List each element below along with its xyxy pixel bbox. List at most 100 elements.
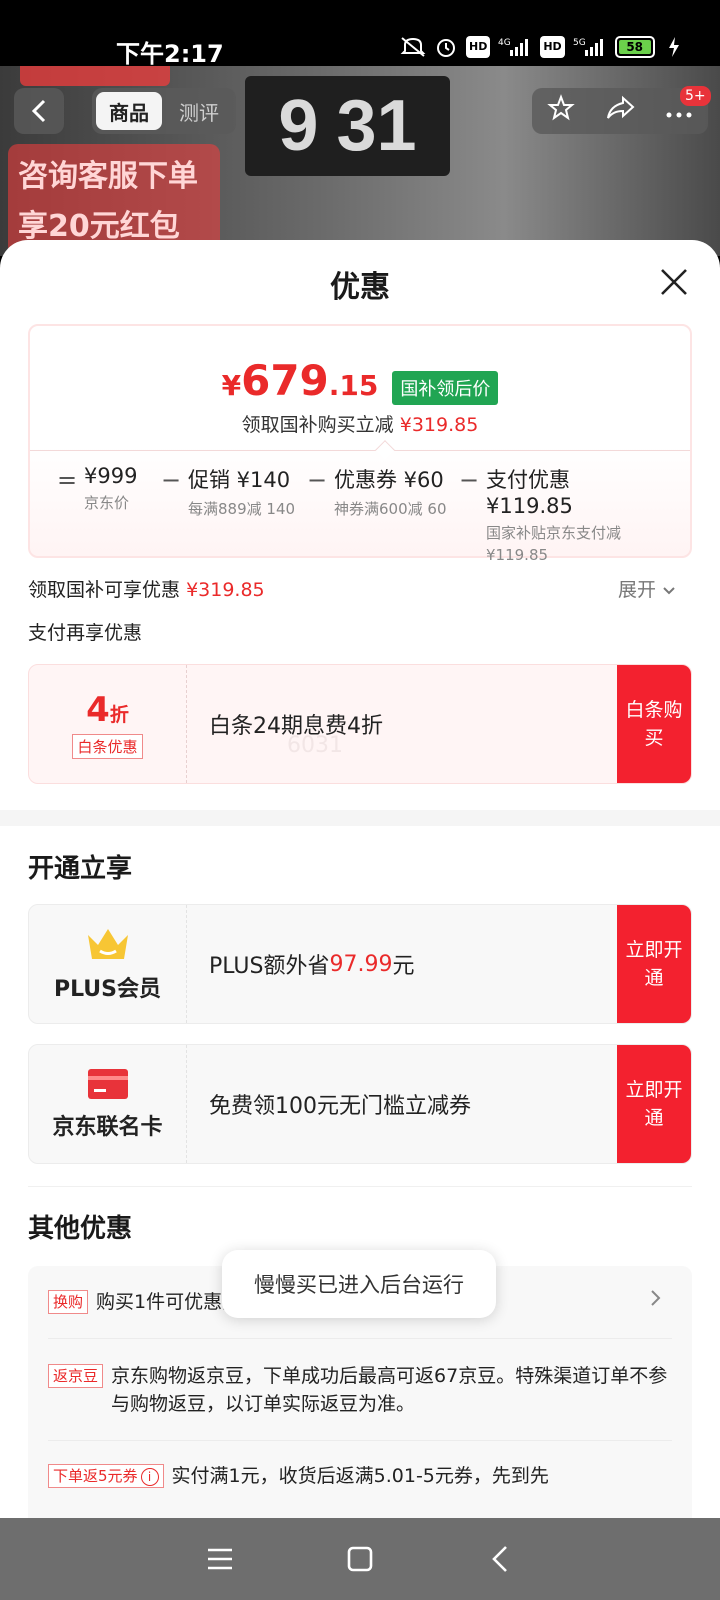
price-sub-amount: ¥319.85	[399, 414, 479, 436]
baitiao-desc-area: 白条24期息费4折 6031	[187, 665, 617, 783]
price-divider	[30, 450, 690, 451]
other-section-title: 其他优惠	[28, 1214, 133, 1244]
home-square-icon	[347, 1546, 373, 1572]
jdcard-offer-card: 京东联名卡 免费领100元无门槛立减券 立即开通	[28, 1044, 692, 1164]
plus-desc-prefix: PLUS额外省	[209, 954, 330, 979]
jdcard-left: 京东联名卡	[29, 1045, 187, 1163]
promo-top-banner	[20, 66, 170, 86]
open-section-title: 开通立享	[28, 854, 133, 884]
price-currency: ¥	[221, 369, 242, 402]
clock-digit-hour: 9	[278, 86, 319, 166]
signal-icon-1: 4G	[498, 36, 532, 58]
favorite-star-icon[interactable]	[547, 93, 575, 129]
tab-review[interactable]: 测评	[166, 92, 232, 130]
message-count-badge: 5+	[680, 86, 711, 106]
hd-badge-1: HD	[466, 36, 491, 58]
signal-icon-2: 5G	[573, 36, 607, 58]
other-offer-text: 实付满1元，收货后返满5.01-5元券，先到先	[171, 1465, 549, 1487]
plus-label: PLUS会员	[53, 977, 162, 1002]
clock-digit-minute: 31	[336, 86, 417, 166]
baitiao-discount-value: 4	[86, 689, 110, 730]
baitiao-left: 4折 白条优惠	[29, 665, 187, 783]
product-image-header: 9 31 咨询客服下单 享20元红包 商品 测评 5+	[0, 66, 720, 256]
background-running-toast: 慢慢买已进入后台运行	[222, 1250, 496, 1318]
close-icon	[661, 269, 687, 295]
discount-sheet: 优惠 ¥679.15 国补领后价 领取国补购买立减 ¥319.85 = ¥999…	[0, 240, 720, 1518]
back-triangle-icon	[492, 1546, 507, 1572]
breakdown-item-list-price: ¥999 京东价	[84, 464, 154, 514]
section-gap	[0, 810, 720, 826]
svg-text:4G: 4G	[498, 38, 511, 48]
baitiao-watermark: 6031	[287, 733, 343, 758]
breakdown-main: 支付优惠 ¥119.85	[486, 468, 573, 518]
back-nav-button[interactable]	[478, 1537, 522, 1581]
jdcard-label: 京东联名卡	[52, 1115, 163, 1140]
status-time: 下午2:17	[116, 40, 224, 68]
chevron-right-icon[interactable]	[650, 1288, 662, 1313]
svg-text:5G: 5G	[573, 38, 586, 48]
expand-label: 展开	[618, 579, 657, 601]
share-icon[interactable]	[605, 95, 635, 128]
plus-desc-amount: 97.99	[329, 951, 393, 977]
price-subtext: 领取国补购买立减 ¥319.85	[30, 410, 690, 437]
other-offers-divider	[48, 1440, 672, 1441]
jdcard-open-button[interactable]: 立即开通	[617, 1045, 691, 1163]
plus-desc-suffix: 元	[392, 954, 415, 979]
tab-product[interactable]: 商品	[96, 92, 162, 130]
subsidy-label: 领取国补可享优惠	[28, 579, 181, 601]
other-offer-item-jingdou: 返京豆 京东购物返京豆，下单成功后最高可返67京豆。特殊渠道订单不参与购物返豆，…	[48, 1362, 672, 1418]
crown-icon	[87, 929, 128, 959]
price-breakdown: = ¥999 京东价 − 促销 ¥140 每满889减 140 − 优惠券 ¥6…	[50, 464, 680, 566]
home-nav-button[interactable]	[338, 1537, 382, 1581]
jdcard-desc: 免费领100元无门槛立减券	[209, 1094, 471, 1119]
section-divider	[28, 1186, 692, 1187]
system-nav-bar	[0, 1518, 720, 1600]
product-tabs: 商品 测评	[92, 88, 236, 134]
breakdown-item-promotion: 促销 ¥140 每满889减 140	[188, 464, 300, 520]
hd-badge-2: HD	[540, 36, 565, 58]
jdcard-desc-area: 免费领100元无门槛立减券	[187, 1045, 617, 1163]
subsidy-amount: ¥319.85	[186, 579, 265, 601]
other-offer-tag: 下单返5元券 i	[48, 1464, 164, 1488]
other-offer-text: 京东购物返京豆，下单成功后最高可返67京豆。特殊渠道订单不参与购物返豆，以订单实…	[111, 1365, 668, 1415]
other-offer-item-coupon-return: 下单返5元券 i 实付满1元，收货后返满5.01-5元券，先到先	[48, 1462, 672, 1490]
other-offer-tag-label: 下单返5元券	[53, 1467, 138, 1485]
breakdown-operator: −	[458, 466, 480, 494]
plus-open-button[interactable]: 立即开通	[617, 905, 691, 1023]
product-clock-display: 9 31	[245, 76, 450, 176]
close-button[interactable]	[652, 260, 696, 304]
charging-icon	[663, 36, 685, 58]
breakdown-sub: 每满889减 140	[188, 500, 296, 518]
mute-icon	[400, 36, 426, 58]
baitiao-discount: 4折	[86, 690, 129, 730]
battery-level: 58	[618, 40, 651, 54]
baitiao-buy-button[interactable]: 白条购买	[617, 665, 691, 783]
price-sub-label: 领取国补购买立减	[241, 414, 394, 436]
breakdown-main: ¥999	[84, 464, 138, 488]
breakdown-item-coupon: 优惠券 ¥60 神券满600减 60	[334, 464, 452, 520]
baitiao-discount-unit: 折	[109, 703, 129, 726]
expand-toggle[interactable]: 展开	[618, 575, 676, 602]
promo-line-1: 咨询客服下单	[18, 159, 198, 194]
plus-left: PLUS会员	[29, 905, 187, 1023]
credit-card-icon	[87, 1069, 128, 1099]
status-icons: HD 4G HD 5G 58	[400, 36, 685, 58]
menu-icon	[208, 1548, 232, 1570]
pay-section-label: 支付再享优惠	[28, 622, 143, 644]
breakdown-operator: −	[306, 466, 328, 494]
subsidy-row: 领取国补可享优惠 ¥319.85	[28, 575, 265, 602]
other-offers-divider	[48, 1338, 672, 1339]
price-divider-notch	[375, 440, 395, 460]
sheet-title: 优惠	[330, 270, 390, 305]
plus-offer-card: PLUS会员 PLUS额外省 97.99 元 立即开通	[28, 904, 692, 1024]
menu-nav-button[interactable]	[198, 1537, 242, 1581]
breakdown-item-payment: 支付优惠 ¥119.85 国家补贴京东支付减 ¥119.85	[486, 464, 658, 566]
back-button[interactable]	[14, 88, 64, 134]
breakdown-main: 促销 ¥140	[188, 468, 291, 492]
breakdown-operator: −	[160, 466, 182, 494]
other-offer-tag: 换购	[48, 1290, 89, 1314]
alarm-icon	[434, 36, 458, 58]
breakdown-operator: =	[56, 466, 78, 494]
breakdown-sub: 神券满600减 60	[334, 500, 447, 518]
info-icon[interactable]: i	[140, 1467, 159, 1486]
